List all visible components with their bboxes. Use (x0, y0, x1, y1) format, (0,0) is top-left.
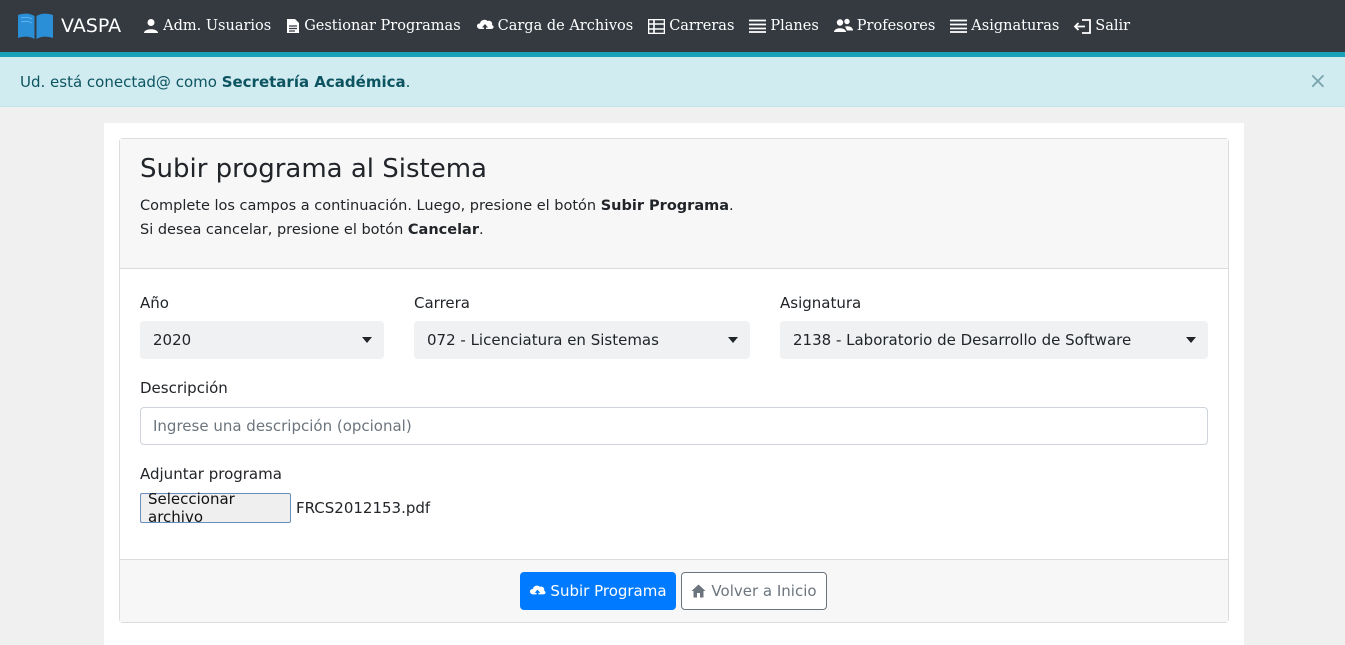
year-label: Año (140, 294, 169, 312)
upload-card: Subir programa al Sistema Complete los c… (119, 138, 1229, 623)
nav-item-carga-archivos[interactable]: Carga de Archivos (476, 18, 634, 34)
subject-select-value: 2138 - Laboratorio de Desarrollo de Soft… (793, 331, 1132, 349)
selected-file-name: FRCS2012153.pdf (296, 499, 431, 517)
subject-label: Asignatura (780, 294, 862, 312)
year-select[interactable]: 2020 (140, 321, 384, 359)
nav-item-carreras[interactable]: Carreras (648, 18, 734, 34)
attach-label: Adjuntar programa (140, 465, 282, 483)
list-icon (749, 19, 767, 33)
user-icon (144, 19, 159, 33)
back-home-label: Volver a Inicio (711, 582, 817, 600)
card-header: Subir programa al Sistema Complete los c… (120, 139, 1228, 269)
alert-text: Ud. está conectad@ como Secretaría Acadé… (20, 72, 411, 91)
nav-item-gestionar-programas[interactable]: Gestionar Programas (286, 18, 461, 34)
nav-item-label: Carreras (669, 18, 735, 34)
table-icon (648, 18, 666, 34)
nav-item-label: Gestionar Programas (304, 18, 461, 34)
alert-role: Secretaría Académica (221, 72, 406, 91)
cloud-upload-icon (476, 19, 494, 33)
nav-item-asignaturas[interactable]: Asignaturas (950, 18, 1059, 34)
home-icon (691, 584, 706, 598)
nav-item-adm-usuarios[interactable]: Adm. Usuarios (143, 18, 271, 34)
main-container: Subir programa al Sistema Complete los c… (104, 123, 1244, 645)
nav-item-salir[interactable]: Salir (1074, 18, 1130, 34)
select-file-button[interactable]: Seleccionar archivo (140, 490, 291, 526)
nav-item-label: Asignaturas (971, 18, 1060, 34)
session-alert: Ud. está conectad@ como Secretaría Acadé… (0, 57, 1345, 107)
back-home-button[interactable]: Volver a Inicio (681, 572, 827, 610)
close-icon[interactable]: × (1309, 71, 1327, 93)
year-select-value: 2020 (153, 331, 192, 349)
nav-item-planes[interactable]: Planes (749, 18, 819, 34)
brand[interactable]: VASPA (17, 12, 121, 40)
users-icon (833, 18, 853, 32)
submit-program-label: Subir Programa (550, 582, 667, 600)
nav-item-label: Planes (770, 18, 819, 34)
chevron-down-icon (728, 337, 738, 343)
book-icon (18, 13, 53, 39)
logout-icon (1074, 18, 1092, 34)
nav-item-label: Profesores (856, 18, 936, 34)
nav-item-profesores[interactable]: Profesores (833, 18, 936, 34)
cloud-upload-icon (530, 585, 546, 598)
card-footer: Subir Programa Volver a Inicio (120, 559, 1228, 622)
nav-item-label: Adm. Usuarios (163, 18, 272, 34)
instructions: Complete los campos a continuación. Lueg… (140, 194, 1208, 242)
navbar: VASPA Adm. Usuarios Gestionar Programas … (0, 0, 1345, 52)
nav-item-label: Carga de Archivos (497, 18, 634, 34)
instruction-line-2: Si desea cancelar, presione el botón Can… (140, 222, 484, 238)
list-icon (950, 19, 968, 33)
instruction-line-1: Complete los campos a continuación. Lueg… (140, 198, 734, 214)
subject-select[interactable]: 2138 - Laboratorio de Desarrollo de Soft… (780, 321, 1208, 359)
page-title: Subir programa al Sistema (140, 154, 487, 184)
career-label: Carrera (414, 294, 470, 312)
description-label: Descripción (140, 379, 228, 397)
nav-item-label: Salir (1095, 18, 1131, 34)
chevron-down-icon (1186, 337, 1196, 343)
description-input[interactable]: Ingrese una descripción (opcional) (140, 407, 1208, 445)
chevron-down-icon (362, 337, 372, 343)
brand-name: VASPA (61, 15, 122, 37)
career-select[interactable]: 072 - Licenciatura en Sistemas (414, 321, 750, 359)
description-placeholder: Ingrese una descripción (opcional) (153, 417, 412, 435)
career-select-value: 072 - Licenciatura en Sistemas (427, 331, 659, 349)
file-icon (287, 19, 300, 33)
submit-program-button[interactable]: Subir Programa (520, 572, 676, 610)
